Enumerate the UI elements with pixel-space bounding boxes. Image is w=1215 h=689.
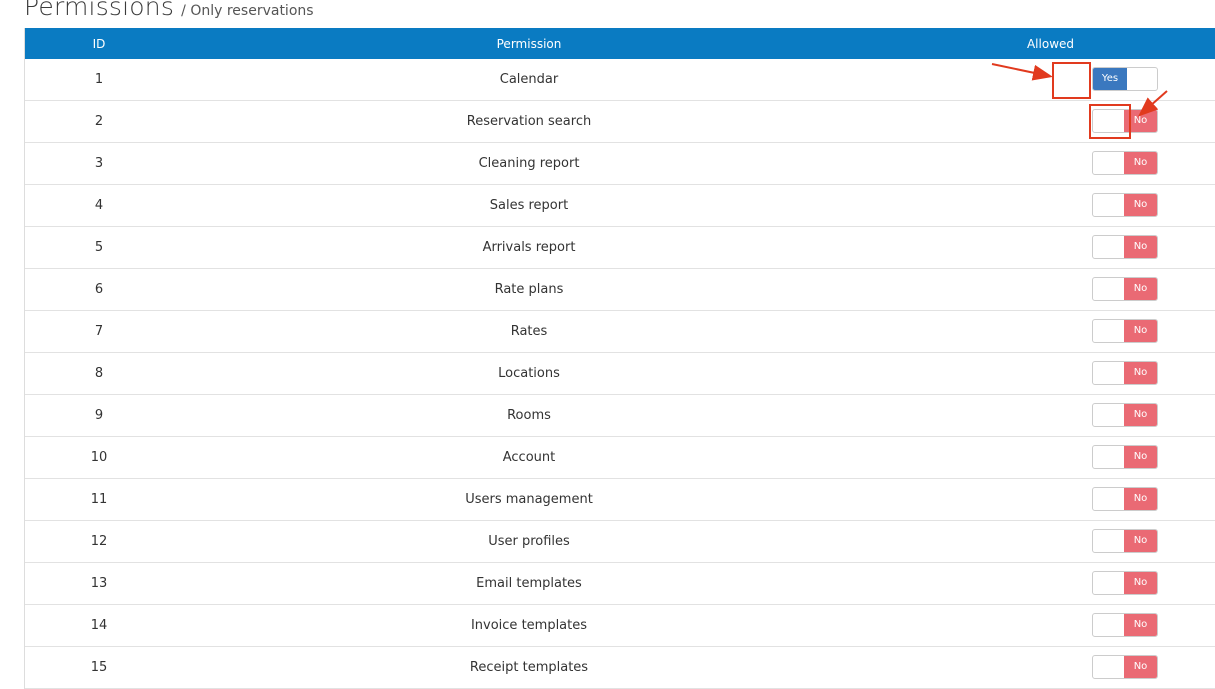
cell-id: 2 <box>94 114 104 129</box>
toggle-no-label: No <box>1124 278 1157 300</box>
cell-permission: Calendar <box>499 72 559 87</box>
table-row: 5 Arrivals report No <box>25 227 1215 269</box>
cell-allowed: No <box>885 227 1215 268</box>
toggle-no-label: No <box>1124 614 1157 636</box>
toggle-no-label: No <box>1124 656 1157 678</box>
table-row: 2 Reservation search No <box>25 101 1215 143</box>
cell-allowed: No <box>885 185 1215 226</box>
toggle-no-label: No <box>1124 236 1157 258</box>
permission-toggle[interactable]: No <box>1092 529 1158 553</box>
cell-id: 14 <box>90 618 108 633</box>
permission-toggle[interactable]: No <box>1092 109 1158 133</box>
permission-toggle[interactable]: No <box>1092 235 1158 259</box>
permission-toggle[interactable]: No <box>1092 655 1158 679</box>
table-row: 6 Rate plans No <box>25 269 1215 311</box>
page-title: Permissions <box>24 0 175 21</box>
cell-permission: Rooms <box>507 408 551 423</box>
cell-allowed: No <box>885 521 1215 562</box>
cell-id: 4 <box>94 198 104 213</box>
table-row: 4 Sales report No <box>25 185 1215 227</box>
cell-permission: Arrivals report <box>482 240 576 255</box>
cell-allowed: No <box>885 101 1215 142</box>
table-body: 1 Calendar Yes 2 Reservation search No 3 Cleani… <box>25 59 1215 689</box>
cell-permission: Sales report <box>489 198 569 213</box>
cell-permission: Receipt templates <box>469 660 589 675</box>
cell-allowed: No <box>885 563 1215 604</box>
cell-allowed: No <box>885 479 1215 520</box>
cell-permission: Invoice templates <box>470 618 588 633</box>
table-row: 14 Invoice templates No <box>25 605 1215 647</box>
permissions-table: ID Permission Allowed 1 Calendar Yes 2 Reser… <box>24 28 1215 689</box>
permission-toggle[interactable]: No <box>1092 193 1158 217</box>
permission-toggle[interactable]: No <box>1092 445 1158 469</box>
cell-allowed: Yes <box>885 59 1215 100</box>
cell-id: 13 <box>90 576 108 591</box>
cell-permission: Email templates <box>476 576 582 591</box>
permission-toggle[interactable]: No <box>1092 319 1158 343</box>
cell-id: 6 <box>94 282 104 297</box>
cell-allowed: No <box>885 143 1215 184</box>
cell-id: 11 <box>90 492 108 507</box>
table-row: 1 Calendar Yes <box>25 59 1215 101</box>
cell-allowed: No <box>885 605 1215 646</box>
toggle-yes-label: Yes <box>1093 68 1127 90</box>
permission-toggle[interactable]: No <box>1092 277 1158 301</box>
cell-id: 3 <box>94 156 104 171</box>
toggle-no-label: No <box>1124 320 1157 342</box>
page-subtitle: / Only reservations <box>181 3 314 19</box>
toggle-no-label: No <box>1124 446 1157 468</box>
cell-id: 12 <box>90 534 108 549</box>
cell-permission: Reservation search <box>466 114 592 129</box>
toggle-no-label: No <box>1124 404 1157 426</box>
toggle-no-label: No <box>1124 110 1157 132</box>
cell-allowed: No <box>885 647 1215 688</box>
cell-id: 15 <box>90 660 108 675</box>
column-header-allowed[interactable]: Allowed <box>885 37 1215 51</box>
table-row: 9 Rooms No <box>25 395 1215 437</box>
page-header: Permissions / Only reservations <box>24 0 314 22</box>
cell-allowed: No <box>885 395 1215 436</box>
table-row: 7 Rates No <box>25 311 1215 353</box>
cell-permission: User profiles <box>488 534 570 549</box>
cell-allowed: No <box>885 353 1215 394</box>
cell-allowed: No <box>885 437 1215 478</box>
table-header: ID Permission Allowed <box>25 28 1215 59</box>
cell-permission: Account <box>502 450 556 465</box>
toggle-no-label: No <box>1124 152 1157 174</box>
cell-id: 7 <box>94 324 104 339</box>
toggle-no-label: No <box>1124 530 1157 552</box>
permission-toggle[interactable]: No <box>1092 613 1158 637</box>
cell-id: 9 <box>94 408 104 423</box>
toggle-no-label: No <box>1124 572 1157 594</box>
table-row: 11 Users management No <box>25 479 1215 521</box>
cell-id: 8 <box>94 366 104 381</box>
cell-allowed: No <box>885 269 1215 310</box>
table-row: 3 Cleaning report No <box>25 143 1215 185</box>
cell-allowed: No <box>885 311 1215 352</box>
permission-toggle[interactable]: No <box>1092 151 1158 175</box>
permission-toggle[interactable]: Yes <box>1092 67 1158 91</box>
toggle-no-label: No <box>1124 488 1157 510</box>
table-row: 13 Email templates No <box>25 563 1215 605</box>
table-row: 15 Receipt templates No <box>25 647 1215 689</box>
column-header-permission[interactable]: Permission <box>173 37 885 51</box>
permission-toggle[interactable]: No <box>1092 571 1158 595</box>
cell-permission: Users management <box>465 492 593 507</box>
table-row: 12 User profiles No <box>25 521 1215 563</box>
cell-permission: Locations <box>498 366 560 381</box>
cell-permission: Rate plans <box>494 282 564 297</box>
cell-id: 1 <box>94 72 104 87</box>
column-header-id[interactable]: ID <box>25 37 173 51</box>
permission-toggle[interactable]: No <box>1092 361 1158 385</box>
toggle-no-label: No <box>1124 362 1157 384</box>
cell-permission: Cleaning report <box>478 156 580 171</box>
table-row: 8 Locations No <box>25 353 1215 395</box>
permission-toggle[interactable]: No <box>1092 487 1158 511</box>
cell-id: 10 <box>90 450 108 465</box>
cell-id: 5 <box>94 240 104 255</box>
table-row: 10 Account No <box>25 437 1215 479</box>
toggle-no-label: No <box>1124 194 1157 216</box>
permission-toggle[interactable]: No <box>1092 403 1158 427</box>
cell-permission: Rates <box>510 324 548 339</box>
